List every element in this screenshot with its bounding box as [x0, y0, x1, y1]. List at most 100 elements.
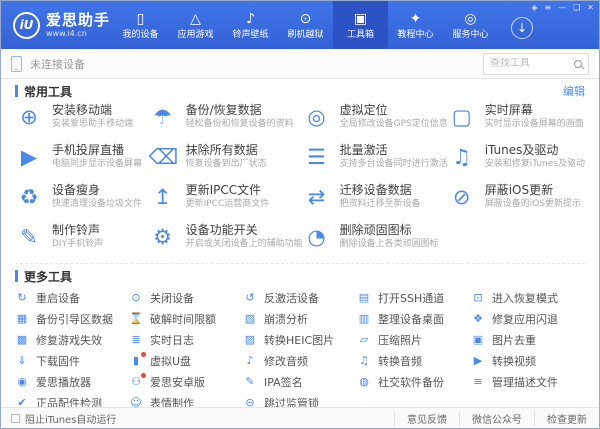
- search-icon[interactable]: [574, 60, 582, 68]
- tool-label: 图片去重: [492, 332, 536, 348]
- edit-link[interactable]: 编辑: [563, 83, 585, 99]
- shield-block-icon: ⊘: [448, 183, 476, 211]
- check-update-link[interactable]: 检查更新: [534, 411, 599, 426]
- maximize-icon[interactable]: ❑: [573, 3, 580, 12]
- menu-icon[interactable]: ≡: [544, 3, 551, 12]
- organize-desktop[interactable]: ▥整理设备桌面: [357, 308, 471, 329]
- usb-drive-icon: ▮: [129, 354, 143, 368]
- convert-heic[interactable]: ▨转换HEIC图片: [243, 329, 357, 350]
- remove-stubborn-icons[interactable]: ◔删除顽固图标删除设备上各类顽固图标: [303, 221, 448, 261]
- batch-activate[interactable]: ☰批量激活支持多台设备同时进行激活: [303, 141, 448, 181]
- device-feature-switch[interactable]: ⚙设备功能开关开启或关闭设备上的辅助功能: [149, 221, 303, 261]
- download-button[interactable]: ↓: [511, 17, 533, 39]
- social-app-backup[interactable]: ◍社交软件备份: [357, 371, 471, 392]
- shutdown-device[interactable]: ⊙关闭设备: [129, 287, 243, 308]
- more-tools-grid: ↻重启设备⊙关闭设备↺反激活设备▤打开SSH通道⊡进入恢复模式 ▦备份引导区数据⌛…: [1, 286, 599, 413]
- migrate-device-data[interactable]: ⇄迁移设备数据把资料迁移至新设备: [303, 181, 448, 221]
- tool-desc: 全局修改设备GPS定位信息: [340, 118, 448, 131]
- unlock-circle-icon: ⊙: [300, 11, 312, 27]
- itunes-driver[interactable]: ♫iTunes及驱动安装和修复iTunes及驱动: [448, 141, 585, 181]
- document-list-icon: ☰: [303, 143, 331, 171]
- crash-analysis[interactable]: ▧崩溃分析: [243, 308, 357, 329]
- compress-icon: ▱: [357, 333, 371, 347]
- block-itunes-checkbox[interactable]: [11, 414, 20, 423]
- ipa-sign[interactable]: ✎IPA签名: [243, 371, 357, 392]
- tool-desc: 开启或关闭设备上的辅助功能: [186, 238, 303, 251]
- tool-search-input[interactable]: [490, 58, 570, 69]
- download-icon: ⇓: [15, 354, 29, 368]
- download-firmware[interactable]: ⇓ 下载固件: [15, 350, 129, 371]
- virtual-usb[interactable]: ▮ 虚拟U盘: [129, 350, 243, 371]
- compress-photos[interactable]: ▱压缩照片: [357, 329, 471, 350]
- convert-video[interactable]: ▶转换视频: [471, 350, 585, 371]
- nav-toolbox[interactable]: ▣工具箱: [333, 1, 388, 49]
- edit-audio[interactable]: ♪修改音频: [243, 350, 357, 371]
- backup-boot-data[interactable]: ▦备份引导区数据: [15, 308, 129, 329]
- nav-ringtone-wallpaper[interactable]: ♪铃声壁纸: [223, 1, 278, 49]
- realtime-log[interactable]: ≣实时日志: [129, 329, 243, 350]
- phone-play-icon: ▶: [15, 143, 43, 171]
- screen-mirror-live[interactable]: ▶手机投屏直播电脑同步显示设备屏幕: [15, 141, 149, 181]
- undo-icon: ↺: [243, 291, 257, 305]
- tool-title: 屏蔽iOS更新: [485, 183, 581, 198]
- tool-label: 管理描述文件: [492, 374, 558, 390]
- feedback-link[interactable]: 意见反馈: [394, 411, 459, 426]
- block-ios-update[interactable]: ⊘屏蔽iOS更新屏蔽设备的iOS更新提示: [448, 181, 585, 221]
- backup-restore-data[interactable]: ☂备份/恢复数据轻松备份和恢复设备的资料: [149, 101, 303, 141]
- tool-title: 实时屏幕: [485, 103, 584, 118]
- tool-label: 虚拟U盘: [150, 353, 191, 369]
- make-ringtone[interactable]: ✎制作铃声DIY手机铃声: [15, 221, 149, 261]
- device-slim[interactable]: ♻设备瘦身快速清理设备垃圾文件: [15, 181, 149, 221]
- theme-icon[interactable]: ◈: [531, 3, 537, 12]
- nav-label: 铃声壁纸: [232, 30, 268, 40]
- tool-label: 转换HEIC图片: [264, 332, 334, 348]
- update-ipcc[interactable]: ↥更新IPCC文件更新IPCC运营商文件: [149, 181, 303, 221]
- close-icon[interactable]: ✕: [587, 3, 594, 12]
- tool-text: 虚拟定位全局修改设备GPS定位信息: [340, 103, 448, 141]
- tool-title: 制作铃声: [52, 223, 103, 238]
- live-screen[interactable]: ▢实时屏幕实时显示设备屏幕的画面: [448, 101, 585, 141]
- image-dedup[interactable]: ▣图片去重: [471, 329, 585, 350]
- tool-label: 重启设备: [36, 290, 80, 306]
- fix-game-invalid[interactable]: ▩修复游戏失效: [15, 329, 129, 350]
- i4-player[interactable]: ◉爱思播放器: [15, 371, 129, 392]
- social-backup-icon: ◍: [357, 375, 371, 389]
- tool-search-box[interactable]: [483, 53, 589, 75]
- pie-clock-icon: ◔: [303, 223, 331, 251]
- nav-apps-games[interactable]: △应用游戏: [168, 1, 223, 49]
- manage-profiles[interactable]: ≡管理描述文件: [471, 371, 585, 392]
- tool-label: 修改音频: [264, 353, 308, 369]
- install-mobile-app[interactable]: ⊕安装移动端安装爱思助手移动端: [15, 101, 149, 141]
- deactivate-device[interactable]: ↺反激活设备: [243, 287, 357, 308]
- tool-text: 实时屏幕实时显示设备屏幕的画面: [485, 103, 584, 141]
- common-tools-header: 常用工具 编辑: [1, 81, 599, 101]
- minimize-icon[interactable]: —: [558, 3, 566, 12]
- common-tools-grid: ⊕安装移动端安装爱思助手移动端☂备份/恢复数据轻松备份和恢复设备的资料◎虚拟定位…: [1, 101, 599, 261]
- nav-label: 工具箱: [347, 30, 374, 40]
- wechat-official-link[interactable]: 微信公众号: [459, 411, 534, 426]
- terminal-icon: ▤: [357, 291, 371, 305]
- tool-desc: 安装爱思助手移动端: [52, 118, 133, 131]
- fix-app-crash[interactable]: ❖修复应用闪退: [471, 308, 585, 329]
- open-ssh-channel[interactable]: ▤打开SSH通道: [357, 287, 471, 308]
- tool-label: 下载固件: [36, 353, 80, 369]
- nav-tutorial-center[interactable]: ✦教程中心: [388, 1, 443, 49]
- nav-label: 应用游戏: [177, 30, 213, 40]
- power-icon: ⊙: [129, 291, 143, 305]
- enter-recovery-mode[interactable]: ⊡进入恢复模式: [471, 287, 585, 308]
- convert-audio[interactable]: ♫转换音频: [357, 350, 471, 371]
- restart-device[interactable]: ↻重启设备: [15, 287, 129, 308]
- virtual-location[interactable]: ◎虚拟定位全局修改设备GPS定位信息: [303, 101, 448, 141]
- tool-text: 设备功能开关开启或关闭设备上的辅助功能: [186, 223, 303, 261]
- crack-time-limit[interactable]: ⌛破解时间限额: [129, 308, 243, 329]
- erase-all-data[interactable]: ⌫抹除所有数据恢复设备到出厂状态: [149, 141, 303, 181]
- i4-android[interactable]: ⚇爱思安卓版: [129, 371, 243, 392]
- tool-desc: 实时显示设备屏幕的画面: [485, 118, 584, 131]
- fix-app-icon: ❖: [471, 312, 485, 326]
- tool-label: 破解时间限额: [150, 311, 216, 327]
- tool-desc: 删除设备上各类顽固图标: [340, 238, 439, 251]
- device-status-text: 未连接设备: [30, 56, 85, 72]
- nav-my-device[interactable]: ▯我的设备: [113, 1, 168, 49]
- nav-service-center[interactable]: ◎服务中心: [443, 1, 498, 49]
- nav-flash-jailbreak[interactable]: ⊙刷机越狱: [278, 1, 333, 49]
